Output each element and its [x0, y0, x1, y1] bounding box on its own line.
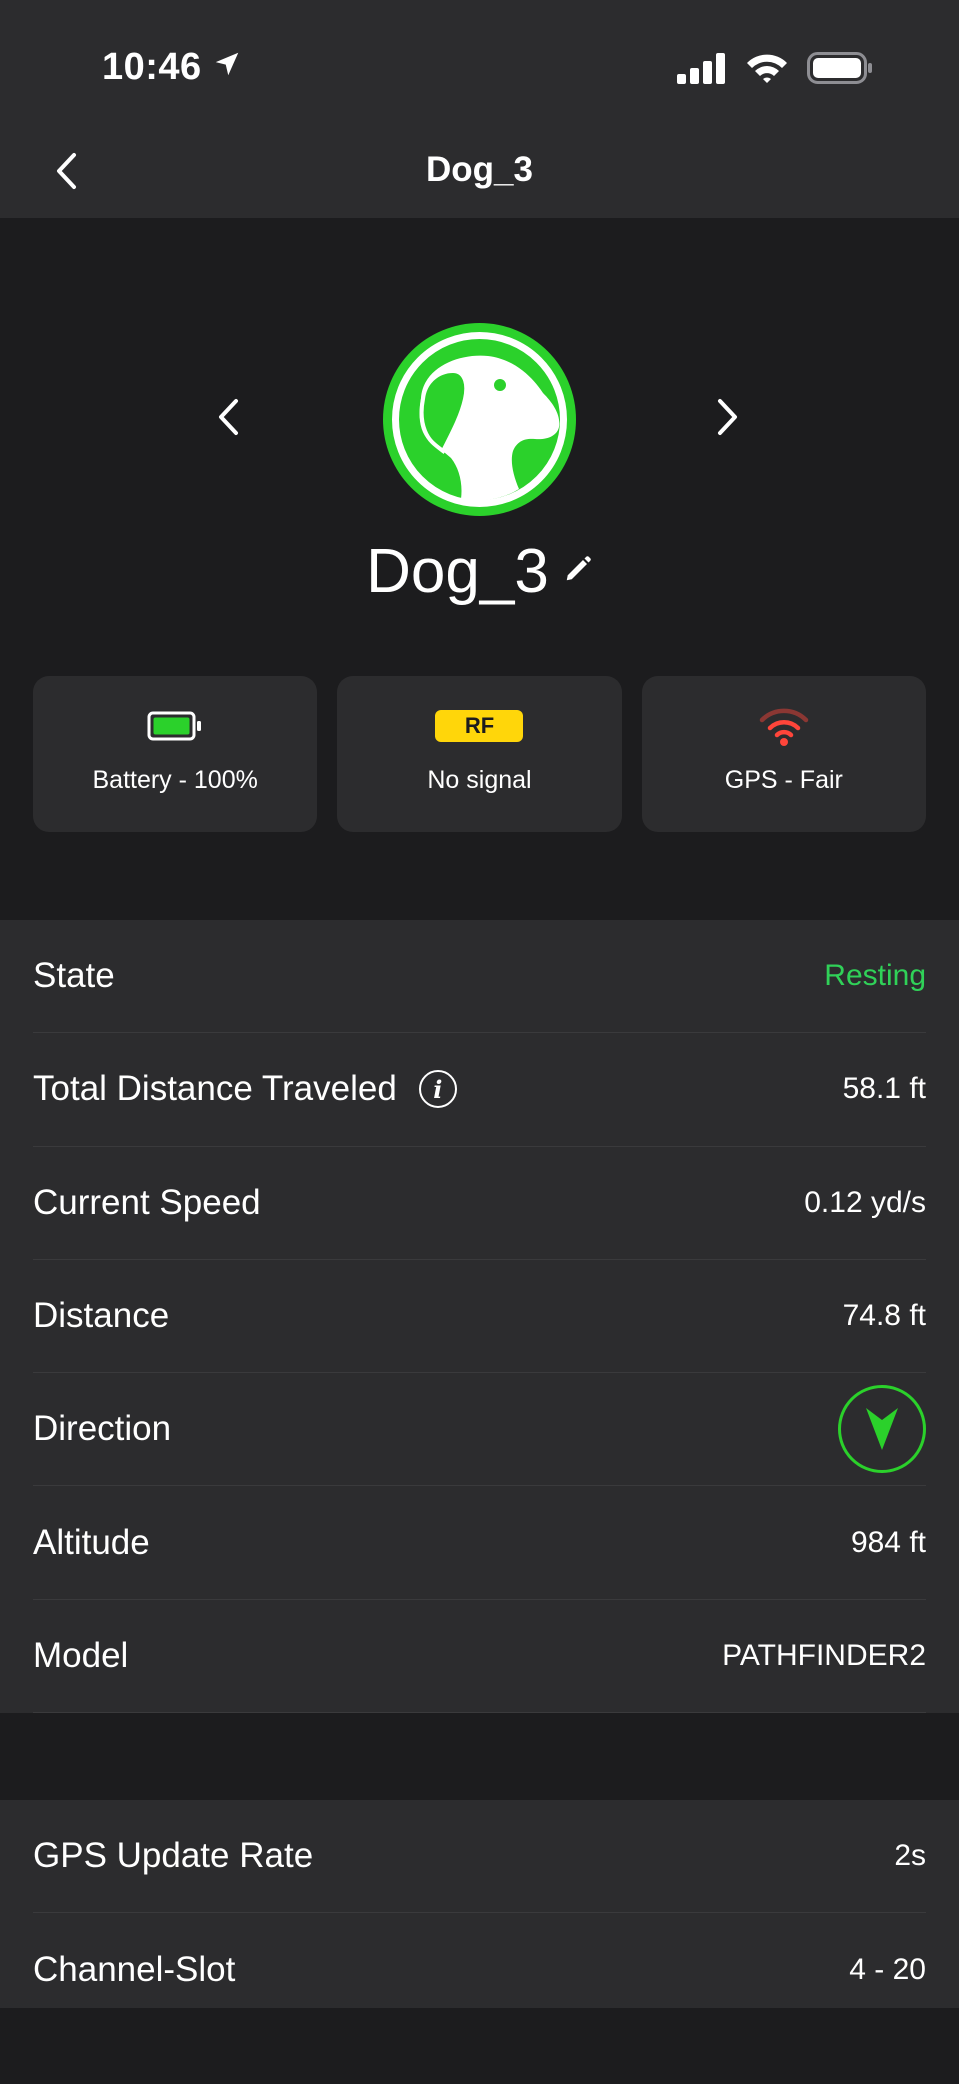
list-item-gps-update-rate[interactable]: GPS Update Rate 2s: [33, 1800, 926, 1914]
gps-update-rate-value: 2s: [894, 1839, 926, 1873]
gps-update-rate-label: GPS Update Rate: [33, 1836, 314, 1876]
status-time: 10:46: [102, 46, 242, 89]
list-item-state: State Resting: [33, 920, 926, 1034]
next-dog-button[interactable]: [706, 392, 750, 442]
list-item-direction: Direction: [33, 1373, 926, 1487]
battery-icon: [807, 52, 873, 89]
nav-title: Dog_3: [426, 150, 533, 189]
settings-list: GPS Update Rate 2s Channel-Slot 4 - 20: [0, 1800, 959, 2008]
gps-tile: GPS - Fair: [641, 676, 926, 832]
channel-slot-label: Channel-Slot: [33, 1949, 236, 1989]
top-bar: 10:46 Dog_3: [0, 0, 959, 218]
location-arrow-icon: [212, 46, 242, 89]
state-label: State: [33, 956, 115, 996]
details-list: State Resting Total Distance Traveled i …: [0, 920, 959, 1714]
pencil-icon[interactable]: [563, 554, 593, 589]
dog-avatar[interactable]: [383, 323, 576, 516]
info-icon[interactable]: i: [418, 1070, 457, 1109]
total-distance-value: 58.1 ft: [842, 1072, 926, 1106]
current-speed-value: 0.12 yd/s: [804, 1185, 926, 1219]
battery-label: Battery - 100%: [92, 766, 258, 794]
gps-signal-icon: [759, 706, 809, 746]
dog-head-icon: [392, 332, 567, 507]
status-time-text: 10:46: [102, 46, 202, 88]
model-value: PATHFINDER2: [722, 1638, 926, 1672]
wifi-icon: [745, 52, 789, 89]
chevron-right-icon: [718, 399, 737, 435]
list-item-altitude: Altitude 984 ft: [33, 1486, 926, 1600]
current-speed-label: Current Speed: [33, 1182, 261, 1222]
battery-tile: Battery - 100%: [33, 676, 318, 832]
chevron-left-icon: [219, 399, 238, 435]
altitude-value: 984 ft: [850, 1525, 926, 1559]
distance-label: Distance: [33, 1296, 170, 1336]
rf-badge: RF: [435, 710, 524, 742]
list-item-current-speed: Current Speed 0.12 yd/s: [33, 1147, 926, 1260]
model-label: Model: [33, 1635, 129, 1675]
rf-label: No signal: [427, 766, 532, 794]
total-distance-label: Total Distance Traveled: [33, 1069, 397, 1109]
direction-label: Direction: [33, 1409, 172, 1449]
status-tiles: Battery - 100% RF No signal GPS - Fair: [33, 676, 926, 832]
state-value: Resting: [824, 959, 926, 993]
gps-label: GPS - Fair: [724, 766, 843, 794]
list-item-model: Model PATHFINDER2: [33, 1600, 926, 1714]
rf-tile: RF No signal: [337, 676, 622, 832]
direction-arrow-icon: [838, 1385, 926, 1474]
channel-slot-value: 4 - 20: [849, 1952, 926, 1986]
list-item-distance: Distance 74.8 ft: [33, 1260, 926, 1374]
list-item-total-distance: Total Distance Traveled i 58.1 ft: [33, 1033, 926, 1147]
dog-name-row: Dog_3: [0, 536, 959, 607]
cellular-signal-icon: [677, 52, 727, 89]
status-icons: [677, 52, 873, 89]
previous-dog-button[interactable]: [206, 392, 250, 442]
altitude-label: Altitude: [33, 1522, 150, 1562]
distance-value: 74.8 ft: [842, 1299, 926, 1333]
battery-icon: [147, 706, 203, 746]
list-item-channel-slot[interactable]: Channel-Slot 4 - 20: [33, 1913, 926, 2026]
dog-name: Dog_3: [366, 537, 549, 606]
